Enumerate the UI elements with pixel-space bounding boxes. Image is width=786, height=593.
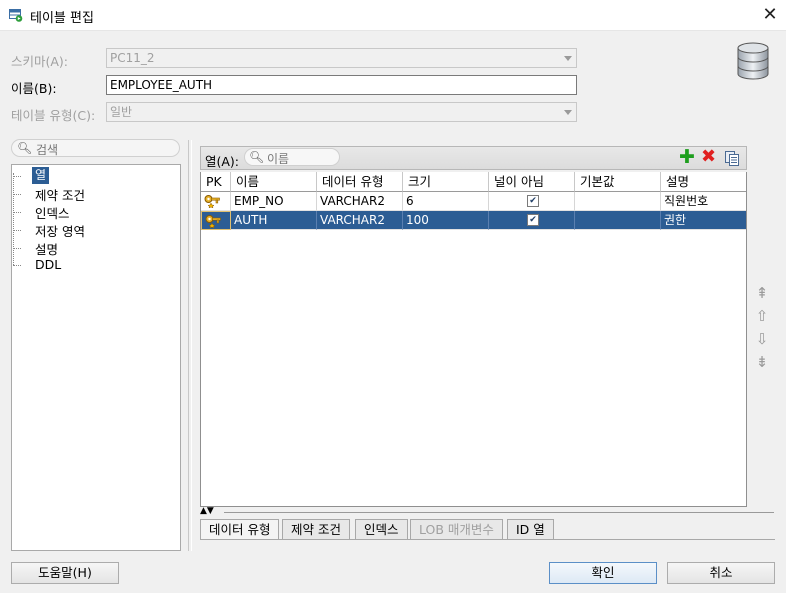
move-top-icon[interactable]: ⇞ [754,285,770,301]
table-type-label: 테이블 유형(C): [11,108,96,123]
name-label: 이름(B): [11,81,57,96]
move-bottom-icon[interactable]: ⇟ [754,354,770,370]
size-cell[interactable]: 6 [403,192,489,211]
default-cell[interactable] [575,192,661,211]
data-type-cell[interactable]: VARCHAR2 [317,192,403,211]
delete-icon[interactable]: ✖ [701,148,716,166]
ok-button[interactable]: 확인 [549,562,657,584]
window-title: 테이블 편집 [30,11,94,26]
tree-connector [13,230,21,231]
tab-constraints[interactable]: 제약 조건 [282,519,350,539]
title-bar [0,0,786,31]
table-edit-icon [9,9,23,22]
tree-search-input[interactable]: 🔍︎ 검색 [11,139,180,157]
chevron-down-icon [564,56,572,61]
header-name[interactable]: 이름 [231,172,317,192]
tree-connector [13,176,21,177]
key-star-icon [205,215,221,229]
tree-search-placeholder: 검색 [36,143,59,157]
name-input[interactable]: EMPLOYEE_AUTH [106,75,577,95]
header-description[interactable]: 설명 [661,172,746,192]
tree-connector [13,173,14,265]
columns-label: 열(A): [205,154,240,169]
tree-item-columns[interactable]: 열 [32,167,49,184]
chevron-down-icon [564,110,572,115]
tree-connector [13,212,21,213]
table-type-value: 일반 [110,105,133,119]
name-cell[interactable]: EMP_NO [231,192,317,211]
tab-identity-column[interactable]: ID 열 [507,519,554,539]
tree-connector [13,194,21,195]
key-icon [204,195,220,209]
search-icon: 🔍︎ [17,141,33,155]
size-cell[interactable]: 100 [403,211,489,230]
name-cell[interactable]: AUTH [231,211,317,230]
not-null-cell[interactable]: ✔ [489,192,575,211]
tree-item-ddl[interactable]: DDL [35,257,61,272]
tree-item-comments[interactable]: 설명 [35,239,58,258]
data-type-cell[interactable]: VARCHAR2 [317,211,403,230]
table-type-select[interactable]: 일반 [106,102,577,122]
not-null-checkbox[interactable]: ✔ [527,195,539,207]
tab-lob-parameters[interactable]: LOB 매개변수 [410,519,503,539]
description-cell[interactable]: 권한 [661,211,746,230]
move-down-icon[interactable]: ⇩ [754,331,770,347]
description-cell[interactable]: 직원번호 [661,192,746,211]
search-icon: 🔍︎ [249,150,265,164]
pk-cell[interactable] [201,211,231,230]
column-search-input[interactable]: 🔍︎ 이름 [244,148,340,166]
header-not-null[interactable]: 널이 아님 [489,172,575,192]
copy-icon[interactable] [724,150,740,166]
not-null-cell[interactable]: ✔ [489,211,575,230]
move-up-icon[interactable]: ⇧ [754,308,770,324]
tab-data-type[interactable]: 데이터 유형 [200,519,280,539]
default-cell[interactable] [575,211,661,230]
schema-select[interactable]: PC11_2 [106,48,577,68]
tree-item-storage[interactable]: 저장 영역 [35,221,85,240]
pk-cell[interactable] [201,192,231,211]
not-null-checkbox[interactable]: ✔ [527,214,539,226]
schema-value: PC11_2 [110,51,155,65]
tab-indexes[interactable]: 인덱스 [355,519,408,539]
divider [200,539,775,540]
header-data-type[interactable]: 데이터 유형 [317,172,403,192]
column-search-placeholder: 이름 [267,152,290,166]
database-icon [737,42,769,80]
divider [224,512,774,513]
close-button[interactable]: ✕ [758,4,782,26]
add-icon[interactable]: ✚ [679,148,695,167]
collapse-splitter-icon[interactable]: ▲▼ [200,507,214,516]
cancel-button[interactable]: 취소 [667,562,775,584]
help-button[interactable]: 도움말(H) [11,562,119,584]
schema-label: 스키마(A): [11,54,69,69]
header-pk[interactable]: PK [201,172,231,192]
tree-connector [13,265,21,266]
header-size[interactable]: 크기 [403,172,489,192]
tree-item-constraints[interactable]: 제약 조건 [35,185,85,204]
tree-connector [13,248,21,249]
tree-item-indexes[interactable]: 인덱스 [35,203,70,222]
splitter[interactable] [188,140,192,551]
header-default[interactable]: 기본값 [575,172,661,192]
